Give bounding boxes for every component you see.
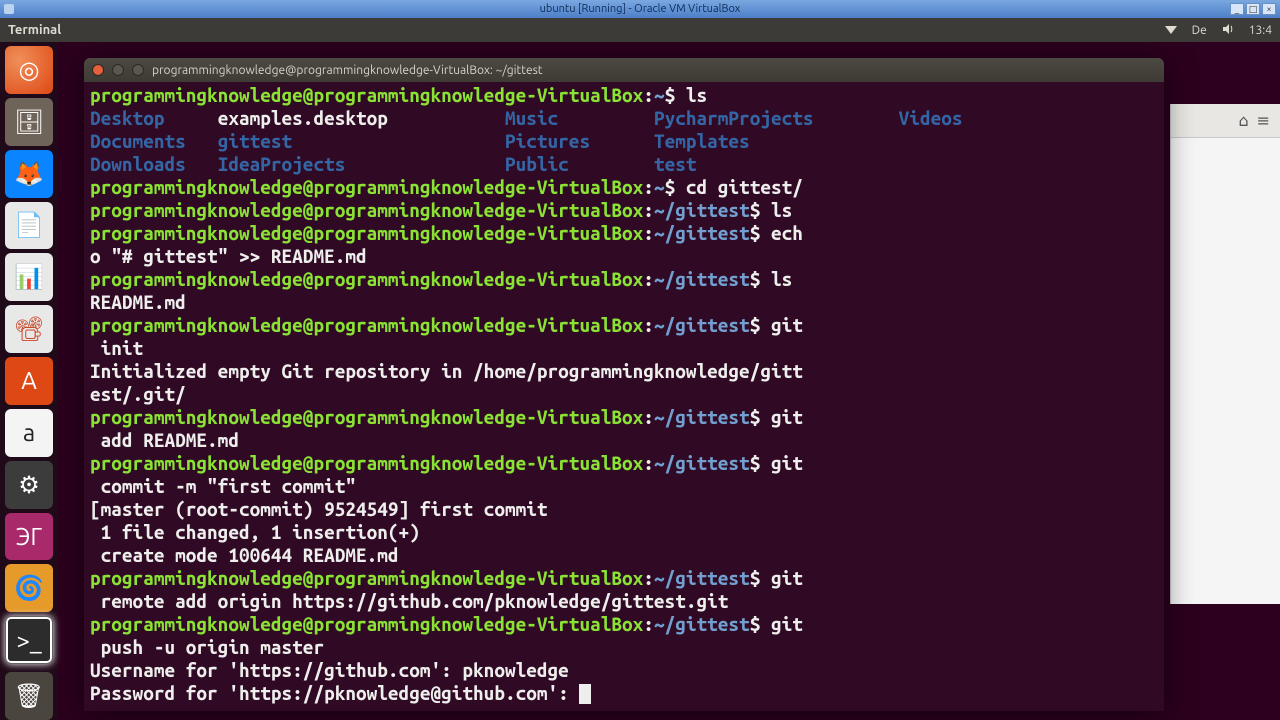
terminal-titlebar[interactable]: programmingknowledge@programmingknowledg… bbox=[84, 58, 1164, 82]
launcher-writer[interactable]: 📄 bbox=[5, 202, 53, 250]
keyboard-layout-indicator[interactable]: De bbox=[1192, 24, 1207, 37]
launcher-trash[interactable]: 🗑 bbox=[5, 672, 53, 720]
hamburger-icon[interactable]: ≡ bbox=[1257, 111, 1270, 130]
launcher-amazon[interactable]: a bbox=[5, 409, 53, 457]
launcher-app-cc[interactable]: 🌀 bbox=[5, 564, 53, 612]
terminal-title: programmingknowledge@programmingknowledg… bbox=[152, 64, 543, 77]
vbox-window-controls[interactable]: _ □ × bbox=[1230, 3, 1276, 15]
launcher-settings[interactable]: ⚙ bbox=[5, 461, 53, 509]
unity-launcher: ◎ 🗄 🦊 📄 📊 📽 A a ⚙ ЭГ 🌀 >_ 🗑 bbox=[0, 42, 58, 720]
terminal-minimize-button[interactable] bbox=[112, 64, 124, 76]
vbox-icon bbox=[4, 4, 14, 14]
background-window: ⌂ ≡ bbox=[1170, 104, 1280, 604]
terminal-maximize-button[interactable] bbox=[132, 64, 144, 76]
home-icon[interactable]: ⌂ bbox=[1238, 111, 1248, 130]
terminal-window: programmingknowledge@programmingknowledg… bbox=[84, 58, 1164, 711]
vbox-minimize-button[interactable]: _ bbox=[1230, 3, 1244, 15]
vbox-close-button[interactable]: × bbox=[1262, 3, 1276, 15]
virtualbox-titlebar: ubuntu [Running] - Oracle VM VirtualBox … bbox=[0, 0, 1280, 18]
terminal-body[interactable]: programmingknowledge@programmingknowledg… bbox=[84, 82, 1164, 711]
launcher-files[interactable]: 🗄 bbox=[5, 98, 53, 146]
launcher-firefox[interactable]: 🦊 bbox=[5, 150, 53, 198]
launcher-calc[interactable]: 📊 bbox=[5, 253, 53, 301]
launcher-software-center[interactable]: A bbox=[5, 357, 53, 405]
vbox-maximize-button[interactable]: □ bbox=[1246, 3, 1260, 15]
launcher-impress[interactable]: 📽 bbox=[5, 305, 53, 353]
active-app-menu[interactable]: Terminal bbox=[8, 23, 61, 37]
launcher-terminal[interactable]: >_ bbox=[5, 616, 53, 664]
ubuntu-desktop: Terminal De 13:4 ◎ 🗄 🦊 📄 📊 📽 A a ⚙ ЭГ 🌀 … bbox=[0, 18, 1280, 720]
gnome-top-panel: Terminal De 13:4 bbox=[0, 18, 1280, 42]
network-icon[interactable] bbox=[1164, 22, 1178, 39]
launcher-app-jt[interactable]: ЭГ bbox=[5, 513, 53, 561]
vbox-title: ubuntu [Running] - Oracle VM VirtualBox bbox=[540, 3, 741, 15]
clock[interactable]: 13:4 bbox=[1249, 24, 1272, 37]
launcher-dash[interactable]: ◎ bbox=[5, 46, 53, 94]
terminal-close-button[interactable] bbox=[92, 64, 104, 76]
sound-icon[interactable] bbox=[1221, 22, 1235, 39]
